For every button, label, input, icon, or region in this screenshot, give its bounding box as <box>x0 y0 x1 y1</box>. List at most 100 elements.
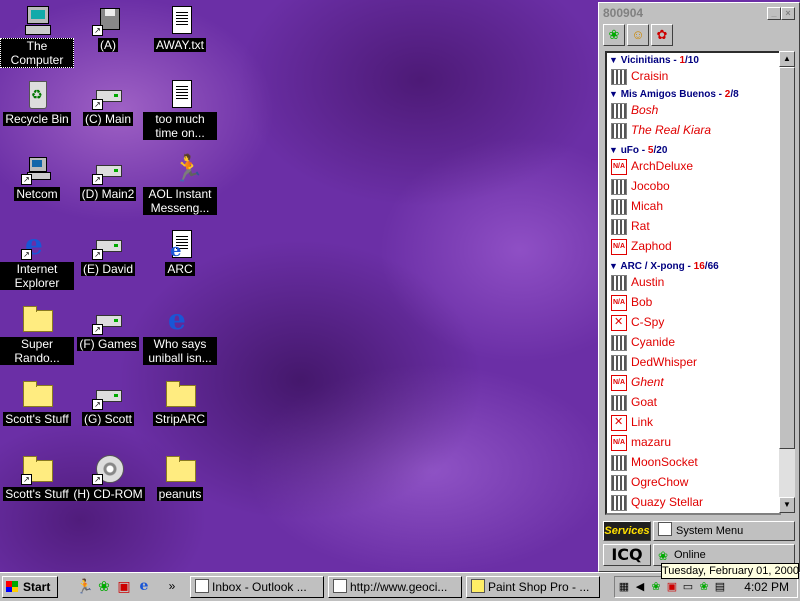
desktop-icon-drive-f[interactable]: ↗ (F) Games <box>71 303 145 351</box>
desktop-icon-label: StripARC <box>152 412 207 426</box>
desktop-icon-label: (F) Games <box>77 337 139 351</box>
quicklaunch-overflow-chevron[interactable]: » <box>164 578 180 594</box>
internet-explorer-icon: e <box>168 303 186 336</box>
date-tooltip: Tuesday, February 01, 2000 <box>661 563 799 579</box>
contact-name: ArchDeluxe <box>631 159 694 173</box>
network-icon[interactable]: ▭ <box>681 580 695 594</box>
internet-explorer-quicklaunch-icon[interactable]: e <box>136 578 152 594</box>
contact-name: Craisin <box>631 69 669 83</box>
contact-name: Micah <box>631 199 664 213</box>
online-status-icon <box>611 355 627 371</box>
recycle-bin-icon <box>21 78 53 110</box>
na-status-icon: N/A <box>611 375 627 391</box>
task-paint-shop-pro[interactable]: Paint Shop Pro - ... <box>466 576 600 598</box>
desktop-icon-drive-h[interactable]: ↗ (H) CD-ROM <box>71 453 145 501</box>
desktop-icon-drive-d[interactable]: ↗ (D) Main2 <box>71 153 145 201</box>
volume-icon[interactable]: ◀ <box>633 580 647 594</box>
group-header-ufo[interactable]: ▼ uFo - 5/20 <box>609 145 667 156</box>
group-total-count: /20 <box>653 145 668 156</box>
start-button[interactable]: Start <box>2 576 58 598</box>
cd-rom-icon: ↗ <box>92 453 124 485</box>
text-document-icon <box>164 4 196 36</box>
desktop-icon-who-says[interactable]: e Who says uniball isn... <box>143 303 217 365</box>
online-status-icon <box>611 69 627 85</box>
folder-icon <box>21 303 53 335</box>
desktop-icon-aim[interactable]: 🏃 AOL Instant Messeng... <box>143 153 217 215</box>
contact-list: ▼ Vicinitians - 1/10 Craisin ▼ Mis Amigo… <box>605 51 781 515</box>
minimize-button[interactable]: _ <box>767 7 781 20</box>
services-button[interactable]: Services <box>603 521 651 541</box>
desktop-icon-too-much-time[interactable]: too much time on... <box>143 78 217 140</box>
icq-uin: 800904 <box>603 6 644 20</box>
task-browser[interactable]: http://www.geoci... <box>328 576 462 598</box>
desktop-icon-internet-explorer[interactable]: e ↗ Internet Explorer <box>0 228 74 290</box>
icq-main-button[interactable]: ICQ <box>603 544 651 566</box>
desktop-icon-drive-a[interactable]: ↗ (A) <box>71 4 145 52</box>
computer-icon <box>21 4 53 36</box>
icq-quicklaunch-icon[interactable]: ❀ <box>96 578 112 594</box>
contact-name: mazaru <box>631 435 672 449</box>
contact-list-scrollbar[interactable]: ▲ ▼ <box>779 51 795 513</box>
desktop-icon-super-random[interactable]: Super Rando... <box>0 303 74 365</box>
desktop-icon-label: too much time on... <box>143 112 217 140</box>
desktop-icon-label: Netcom <box>14 187 60 201</box>
tray-icq-icon[interactable]: ❀ <box>649 580 663 594</box>
desktop-icon-striparc[interactable]: StripARC <box>143 378 217 426</box>
icq-mode-button-2[interactable]: ☺ <box>627 24 649 46</box>
scroll-down-arrow-icon[interactable]: ▼ <box>779 497 795 513</box>
icq-mode-button-1[interactable]: ❀ <box>603 24 625 46</box>
app-quicklaunch-icon[interactable]: ▣ <box>116 578 132 594</box>
task-inbox-outlook[interactable]: Inbox - Outlook ... <box>190 576 324 598</box>
contact-name: Link <box>631 415 654 429</box>
aim-running-man-icon: 🏃 <box>172 153 205 183</box>
desktop-icon-arc[interactable]: e ARC <box>143 228 217 276</box>
folder-icon <box>164 378 196 410</box>
group-header-arc-x-pong[interactable]: ▼ ARC / X-pong - 16/66 <box>609 261 719 272</box>
tray-app-icon[interactable]: ▦ <box>617 580 631 594</box>
online-status-icon <box>611 199 627 215</box>
desktop-icon-drive-g[interactable]: ↗ (G) Scott <box>71 378 145 426</box>
desktop-icon-scotts-stuff-2[interactable]: ↗ Scott's Stuff <box>0 453 74 501</box>
group-header-mis-amigos-buenos[interactable]: ▼ Mis Amigos Buenos - 2/8 <box>609 89 739 100</box>
group-total-count: /66 <box>704 261 719 272</box>
aim-quicklaunch-icon[interactable]: 🏃 <box>76 578 93 594</box>
group-header-vicinitians[interactable]: ▼ Vicinitians - 1/10 <box>609 55 699 66</box>
icq-titlebar[interactable]: 800904 _ × <box>601 5 797 21</box>
desktop-icon-the-computer[interactable]: The Computer <box>0 4 74 68</box>
system-menu-button[interactable]: System Menu <box>653 521 795 541</box>
group-name: Vicinitians - <box>620 55 680 66</box>
desktop-icon-recycle-bin[interactable]: Recycle Bin <box>0 78 74 126</box>
tray-app-icon-2[interactable]: ▣ <box>665 580 679 594</box>
desktop-icon-label: (D) Main2 <box>79 187 137 201</box>
system-tray: ▦ ◀ ❀ ▣ ▭ ❀ ▤ 4:02 PM <box>614 576 798 598</box>
group-online-count: 16 <box>693 261 705 272</box>
desktop-icon-label: Recycle Bin <box>3 112 71 126</box>
tray-icq-online-icon[interactable]: ❀ <box>697 580 711 594</box>
contact-name: Austin <box>631 275 665 289</box>
group-total-count: /8 <box>730 89 739 100</box>
contact-name: OgreChow <box>631 475 689 489</box>
desktop-icon-drive-c[interactable]: ↗ (C) Main <box>71 78 145 126</box>
scroll-up-arrow-icon[interactable]: ▲ <box>779 51 795 67</box>
desktop-icon-label: (C) Main <box>82 112 133 126</box>
scroll-thumb[interactable] <box>779 67 795 449</box>
windows-logo-icon <box>6 581 18 592</box>
desktop-icon-peanuts[interactable]: peanuts <box>143 453 217 501</box>
tray-app-icon-3[interactable]: ▤ <box>713 580 727 594</box>
desktop-icon-netcom[interactable]: ↗ Netcom <box>0 153 74 201</box>
status-label: Online <box>674 549 706 561</box>
floppy-drive-icon: ↗ <box>92 4 124 36</box>
online-status-icon <box>611 103 627 119</box>
clock[interactable]: 4:02 PM <box>744 580 789 594</box>
collapse-triangle-icon: ▼ <box>609 55 618 65</box>
close-button[interactable]: × <box>781 7 795 20</box>
contact-name: Bob <box>631 295 653 309</box>
hard-drive-icon: ↗ <box>92 153 124 185</box>
paint-shop-pro-icon <box>471 579 485 593</box>
group-name: uFo - <box>620 145 648 156</box>
desktop-icon-away-txt[interactable]: AWAY.txt <box>143 4 217 52</box>
internet-explorer-icon: e ↗ <box>21 228 53 260</box>
desktop-icon-scotts-stuff-1[interactable]: Scott's Stuff <box>0 378 74 426</box>
icq-mode-button-3[interactable]: ✿ <box>651 24 673 46</box>
desktop-icon-drive-e[interactable]: ↗ (E) David <box>71 228 145 276</box>
